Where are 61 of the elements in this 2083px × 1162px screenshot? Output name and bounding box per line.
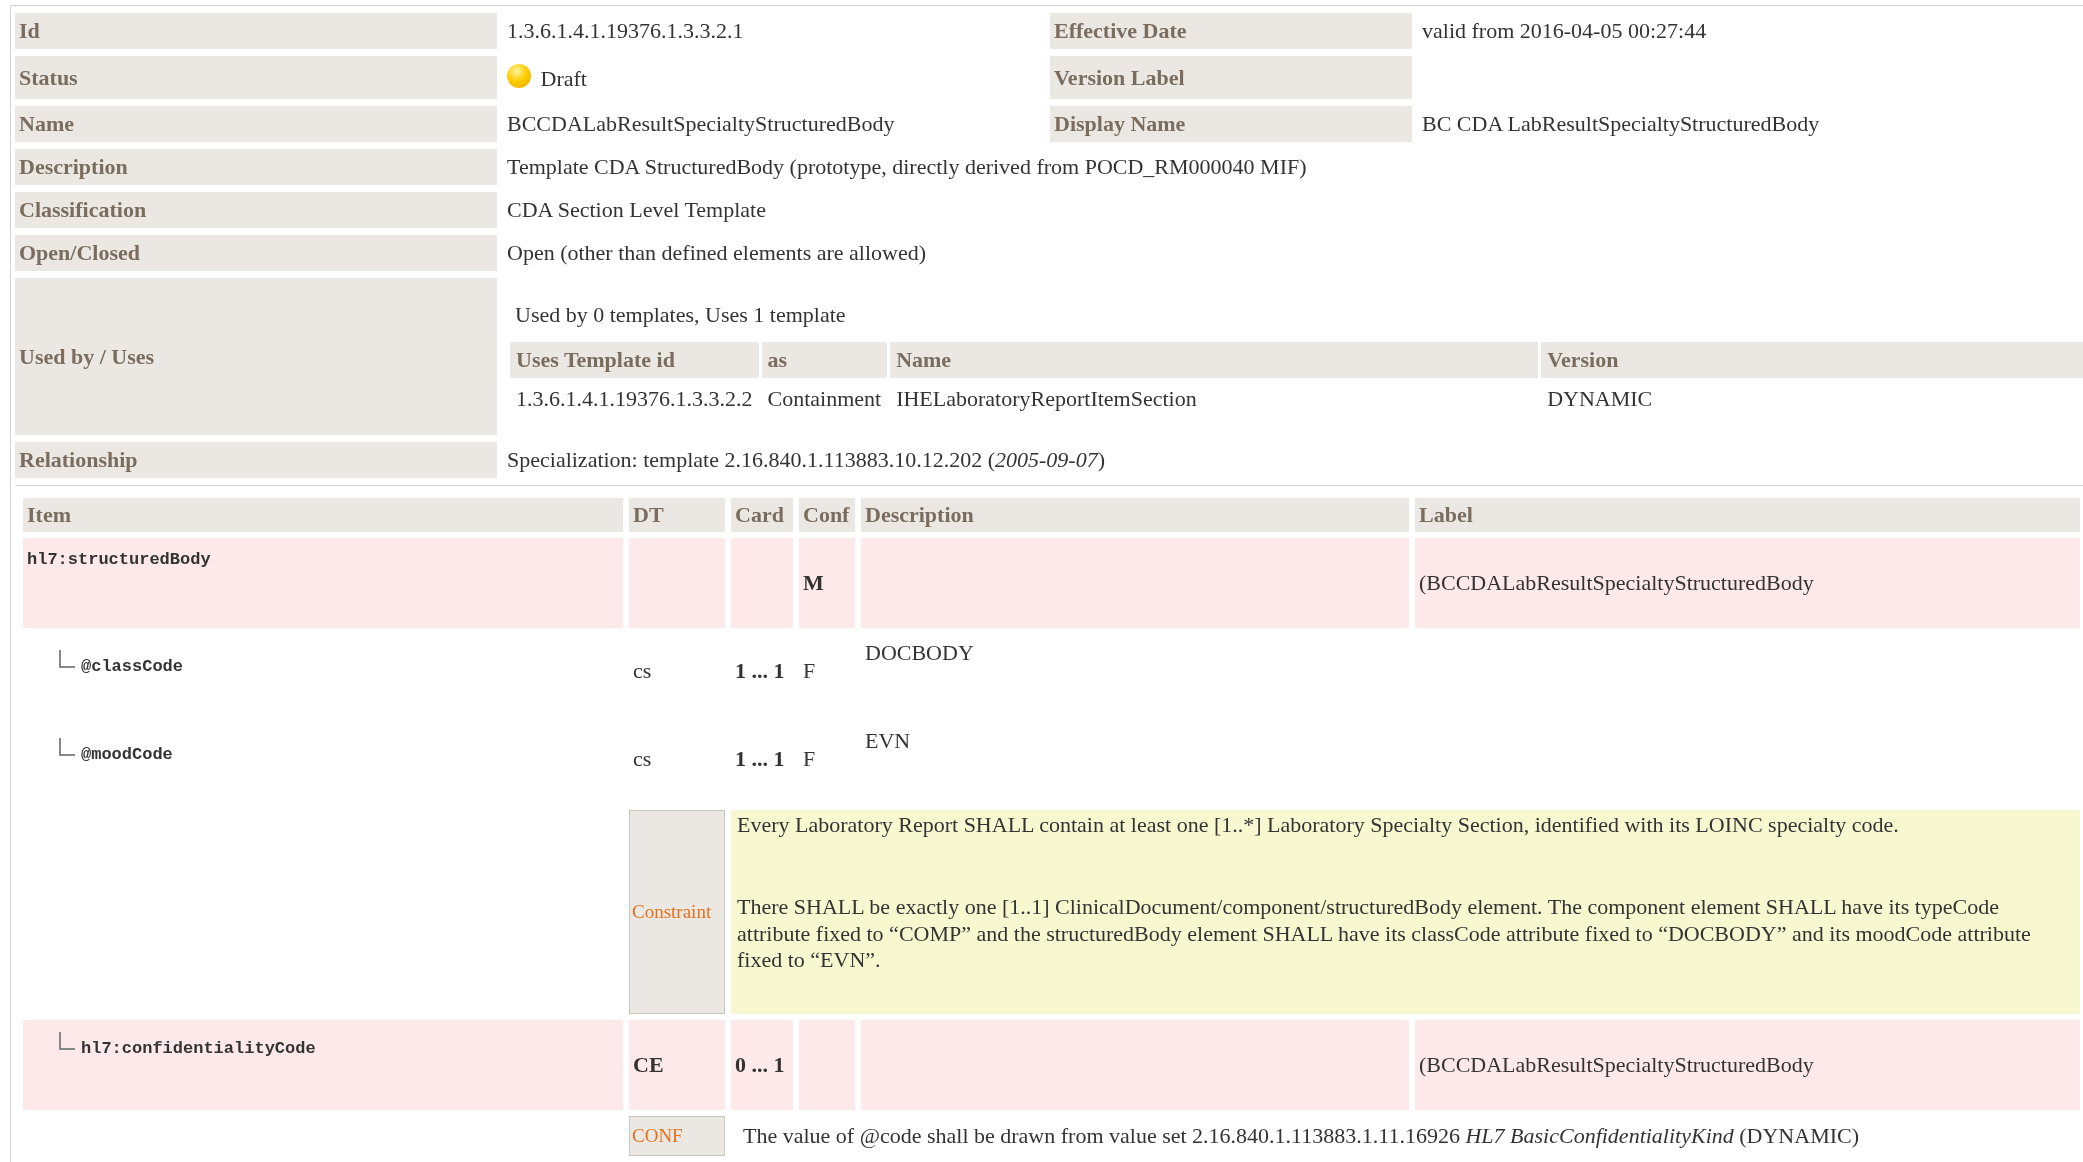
status-dot-icon: [507, 63, 531, 88]
label-text: (BCCDALabResultSpecialtyStructuredBody: [1419, 570, 1814, 595]
property-value: BCCDALabResultSpecialtyStructuredBody: [507, 111, 895, 136]
conformance-text: M: [803, 570, 824, 595]
column-header: Item: [23, 498, 623, 532]
property-label: Id: [15, 13, 497, 49]
item-name: @moodCode: [81, 745, 173, 764]
item-name: @classCode: [81, 657, 184, 676]
usage-summary: Used by 0 templates, Uses 1 template: [514, 300, 847, 329]
column-header: Uses Template id: [510, 341, 759, 378]
description-text: EVN: [865, 728, 911, 753]
item-name: hl7:structuredBody: [27, 550, 211, 569]
datatype-text: cs: [633, 658, 652, 683]
property-label: Description: [15, 149, 497, 185]
column-header: Card: [731, 498, 793, 532]
property-value: CDA Section Level Template: [507, 197, 766, 222]
conformance-statement: The value of @code shall be drawn from value set 2.16.840.1.113883.1.11.16926 HL7 BasicConfidentialityKind (DYNAMIC): [743, 1123, 1859, 1148]
column-header: Name: [890, 341, 1539, 378]
constraint-paragraph: Every Laboratory Report SHALL contain at least one [1..*] Laboratory Specialty Section, identified with its LOINC specialty code.: [737, 812, 1900, 839]
table-cell-text: IHELaboratoryReportItemSection: [895, 384, 1198, 413]
conformance-text: F: [803, 746, 816, 771]
table-cell-text: 1.3.6.1.4.1.19376.1.3.3.2.2: [515, 384, 754, 413]
property-label: Effective Date: [1050, 13, 1412, 49]
table-cell-text: Containment: [766, 384, 883, 413]
item-name: hl7:confidentialityCode: [81, 1039, 316, 1058]
property-label: Version Label: [1050, 56, 1412, 99]
property-label: Relationship: [15, 442, 497, 478]
cardinality-text: 1 ... 1: [735, 746, 785, 771]
tree-branch-icon: [59, 738, 75, 756]
table-cell-text: DYNAMIC: [1546, 384, 1654, 413]
property-label: Classification: [15, 192, 497, 228]
property-label: Status: [15, 56, 497, 99]
constraint-paragraph: There SHALL be exactly one [1..1] ClinicalDocument/component/structuredBody element. The component element SHALL have its typeCode attribute fixed to “COMP” and the structuredBody element SHALL have its classCode attribute fixed to “DOCBODY” and its moodCode attribute fixed to “EVN”.: [737, 894, 2032, 974]
constraint-tag: Constraint: [629, 810, 725, 1014]
conf-tag: CONF: [629, 1116, 725, 1156]
description-text: DOCBODY: [865, 640, 974, 665]
column-header: Label: [1415, 498, 2080, 532]
property-value: Draft: [540, 65, 587, 91]
tree-branch-icon: [59, 1032, 75, 1050]
property-value: valid from 2016-04-05 00:27:44: [1422, 18, 1707, 43]
property-label: Display Name: [1050, 106, 1412, 142]
column-header: Conf: [799, 498, 855, 532]
property-label: Name: [15, 106, 497, 142]
column-header: Version: [1541, 341, 2083, 378]
property-label: Used by / Uses: [15, 278, 497, 435]
datatype-text: CE: [633, 1052, 664, 1077]
property-label: Open/Closed: [15, 235, 497, 271]
property-value: Specialization: template 2.16.840.1.113883.10.12.202 (2005-09-07): [507, 447, 1105, 472]
conformance-text: F: [803, 658, 816, 683]
property-value: BC CDA LabResultSpecialtyStructuredBody: [1422, 111, 1820, 136]
property-value: 1.3.6.1.4.1.19376.1.3.3.2.1: [507, 18, 744, 43]
tree-branch-icon: [59, 650, 75, 668]
cardinality-text: 0 ... 1: [735, 1052, 785, 1077]
property-value: Template CDA StructuredBody (prototype, directly derived from POCD_RM000040 MIF): [507, 154, 1307, 179]
property-value: Open (other than defined elements are allowed): [507, 240, 927, 265]
cardinality-text: 1 ... 1: [735, 658, 785, 683]
column-header: as: [761, 341, 888, 378]
label-text: (BCCDALabResultSpecialtyStructuredBody: [1419, 1052, 1814, 1077]
column-header: DT: [629, 498, 725, 532]
column-header: Description: [861, 498, 1409, 532]
datatype-text: cs: [633, 746, 652, 771]
